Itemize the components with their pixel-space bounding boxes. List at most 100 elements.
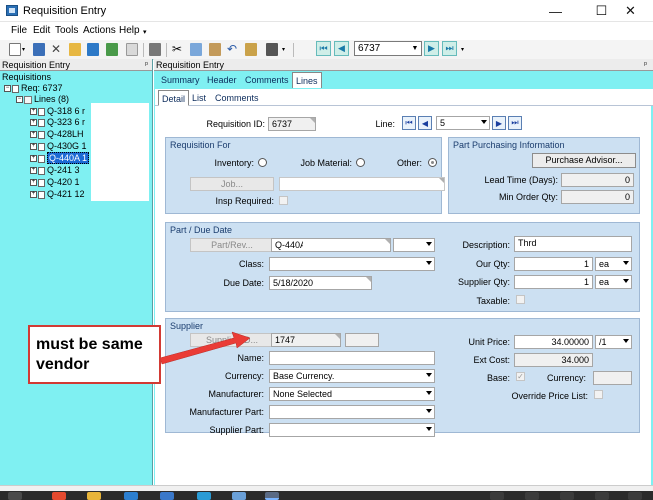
toolbar-overflow-icon[interactable]: ▾ bbox=[461, 46, 464, 53]
due-date-field[interactable]: 5/18/2020 bbox=[269, 276, 372, 290]
price-per-dropdown[interactable]: /1 bbox=[595, 335, 632, 349]
app-icon-settings[interactable] bbox=[232, 492, 246, 500]
attach-icon[interactable] bbox=[87, 43, 99, 56]
revision-dropdown[interactable] bbox=[393, 238, 435, 252]
tray-icon[interactable] bbox=[560, 492, 574, 500]
expand-icon[interactable]: + bbox=[30, 131, 37, 139]
lead-time-field[interactable]: 0 bbox=[561, 173, 634, 187]
supplier-code-field[interactable] bbox=[345, 333, 379, 347]
tree-root-requisitions[interactable]: Requisitions bbox=[2, 72, 51, 82]
app-icon-skype[interactable] bbox=[197, 492, 211, 500]
job-button[interactable]: Job... bbox=[190, 177, 274, 191]
tree-node-req[interactable]: − Req: 6737 bbox=[4, 83, 63, 93]
collapse-icon[interactable]: − bbox=[4, 85, 11, 93]
menu-help[interactable]: Help bbox=[119, 25, 140, 36]
tree-node-lines[interactable]: − Lines (8) bbox=[16, 94, 69, 104]
tab-line-comments[interactable]: Comments bbox=[215, 93, 259, 103]
override-price-list-checkbox[interactable] bbox=[594, 390, 603, 399]
job-field[interactable] bbox=[279, 177, 445, 191]
other-radio[interactable] bbox=[428, 158, 437, 167]
search-binoculars-icon[interactable] bbox=[266, 43, 278, 56]
tree-line-item[interactable]: + Q-430G 1 bbox=[30, 141, 87, 151]
requisition-id-field[interactable]: 6737 bbox=[268, 117, 316, 131]
our-qty-field[interactable]: 1 bbox=[514, 257, 593, 271]
inventory-radio[interactable] bbox=[258, 158, 267, 167]
tree-line-item[interactable]: + Q-323 6 r bbox=[30, 117, 85, 127]
menu-edit[interactable]: Edit bbox=[33, 25, 50, 36]
part-rev-button[interactable]: Part/Rev... bbox=[190, 238, 274, 252]
line-previous-button[interactable]: ◀ bbox=[418, 116, 432, 130]
file-explorer-icon[interactable] bbox=[87, 492, 101, 500]
tray-icon[interactable] bbox=[628, 492, 642, 500]
chrome-icon[interactable] bbox=[52, 492, 66, 500]
supplier-id-field[interactable]: 1747 bbox=[271, 333, 341, 347]
toolbar-requisition-dropdown-icon[interactable]: ▼ bbox=[410, 42, 420, 54]
insp-required-checkbox[interactable] bbox=[279, 196, 288, 205]
taxable-checkbox[interactable] bbox=[516, 295, 525, 304]
manufacturer-part-dropdown[interactable] bbox=[269, 405, 435, 419]
ext-cost-field[interactable]: 34.000 bbox=[514, 353, 593, 367]
collapse-icon[interactable]: − bbox=[16, 96, 23, 104]
tab-comments[interactable]: Comments bbox=[245, 75, 289, 85]
toolbar-first-record-button[interactable]: ⏮ bbox=[316, 41, 331, 56]
cut-icon[interactable]: ✂ bbox=[172, 43, 184, 56]
paste-icon[interactable] bbox=[209, 43, 221, 56]
menu-actions[interactable]: Actions bbox=[83, 25, 116, 36]
app-icon-word[interactable] bbox=[160, 492, 174, 500]
tree-line-item-selected[interactable]: + Q-440A 1 bbox=[30, 152, 90, 164]
tray-icon[interactable] bbox=[525, 492, 539, 500]
tree-line-item[interactable]: + Q-420 1 bbox=[30, 177, 80, 187]
toolbar-last-record-button[interactable]: ⏭ bbox=[442, 41, 457, 56]
pin-icon[interactable]: ᵖ bbox=[644, 59, 647, 71]
tab-detail[interactable]: Detail bbox=[158, 90, 190, 106]
line-first-button[interactable]: ⏮ bbox=[402, 116, 416, 130]
line-last-button[interactable]: ⏭ bbox=[508, 116, 522, 130]
line-number-dropdown[interactable]: 5 bbox=[436, 116, 490, 130]
line-next-button[interactable]: ▶ bbox=[492, 116, 506, 130]
start-icon[interactable] bbox=[8, 492, 22, 500]
expand-icon[interactable]: + bbox=[30, 143, 37, 151]
tray-icon[interactable] bbox=[595, 492, 609, 500]
our-uom-dropdown[interactable]: ea bbox=[595, 257, 632, 271]
purchase-advisor-button[interactable]: Purchase Advisor... bbox=[532, 153, 636, 168]
tray-icon[interactable] bbox=[490, 492, 504, 500]
app-icon-requisition-entry[interactable] bbox=[265, 492, 279, 500]
expand-icon[interactable]: + bbox=[30, 155, 37, 163]
refresh-icon[interactable] bbox=[106, 43, 118, 56]
currency-dropdown[interactable]: Base Currency. bbox=[269, 369, 435, 383]
toolbar-previous-record-button[interactable]: ◀ bbox=[334, 41, 349, 56]
expand-icon[interactable]: + bbox=[30, 179, 37, 187]
search-dropdown-icon[interactable]: ▾ bbox=[282, 46, 285, 53]
tree-line-item[interactable]: + Q-428LH bbox=[30, 129, 84, 139]
app-icon-blue[interactable] bbox=[124, 492, 138, 500]
menu-tools[interactable]: Tools bbox=[55, 25, 78, 36]
expand-icon[interactable]: + bbox=[30, 119, 37, 127]
tab-list[interactable]: List bbox=[192, 93, 206, 103]
currency2-field[interactable] bbox=[593, 371, 632, 385]
job-material-radio[interactable] bbox=[356, 158, 365, 167]
minimize-button[interactable]: — bbox=[533, 0, 578, 22]
manufacturer-dropdown[interactable]: None Selected bbox=[269, 387, 435, 401]
expand-icon[interactable]: + bbox=[30, 191, 37, 199]
tree-line-item[interactable]: + Q-421 12 bbox=[30, 189, 85, 199]
supplier-part-dropdown[interactable] bbox=[269, 423, 435, 437]
tree-line-item[interactable]: + Q-318 6 r bbox=[30, 106, 85, 116]
pin-icon[interactable]: ᵖ bbox=[145, 59, 148, 71]
supplier-uom-dropdown[interactable]: ea bbox=[595, 275, 632, 289]
menu-file[interactable]: File bbox=[11, 25, 27, 36]
lock-icon[interactable] bbox=[245, 43, 257, 56]
delete-icon[interactable]: ✕ bbox=[51, 43, 63, 56]
expand-icon[interactable]: + bbox=[30, 167, 37, 175]
tab-lines[interactable]: Lines bbox=[292, 72, 322, 88]
min-order-qty-field[interactable]: 0 bbox=[561, 190, 634, 204]
tab-header[interactable]: Header bbox=[207, 75, 237, 85]
unit-price-field[interactable]: 34.00000 bbox=[514, 335, 593, 349]
supplier-name-field[interactable] bbox=[269, 351, 435, 365]
open-folder-icon[interactable] bbox=[69, 43, 81, 56]
tab-summary[interactable]: Summary bbox=[161, 75, 200, 85]
toolbar-next-record-button[interactable]: ▶ bbox=[424, 41, 439, 56]
undo-icon[interactable]: ↶ bbox=[227, 43, 239, 56]
clear-icon[interactable] bbox=[126, 43, 138, 56]
close-button[interactable]: ✕ bbox=[608, 0, 653, 22]
save-icon[interactable] bbox=[33, 43, 45, 56]
